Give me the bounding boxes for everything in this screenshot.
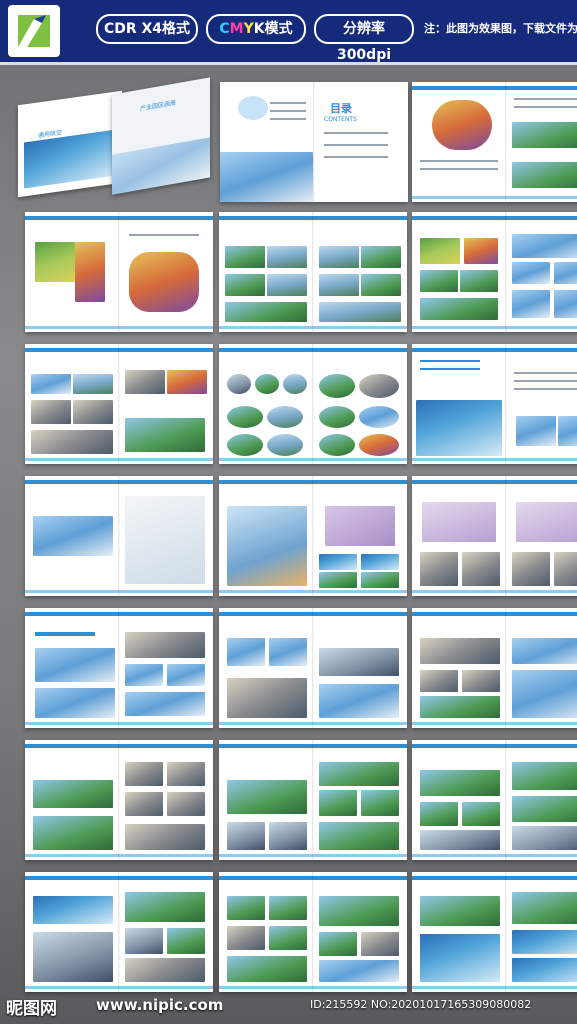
page-spread xyxy=(219,344,407,464)
image-id: ID:215592 NO:20201017165309080082 xyxy=(310,998,532,1011)
site-logo: 昵图网 xyxy=(6,999,57,1019)
page-spread xyxy=(412,872,577,992)
page-spread xyxy=(219,740,407,860)
contents-title: 目录 xyxy=(330,102,352,115)
page-spread xyxy=(25,476,213,596)
page-spread xyxy=(412,344,577,464)
page-spread xyxy=(219,608,407,728)
contents-subtitle: CONTENTS xyxy=(324,116,357,123)
contents-spread: 目录 CONTENTS xyxy=(220,82,408,202)
page-spread xyxy=(412,740,577,860)
page-spread xyxy=(219,872,407,992)
page-spread xyxy=(25,212,213,332)
page-spread xyxy=(25,872,213,992)
format-badge: CDR X4格式 xyxy=(96,14,198,44)
preview-note: 注：此图为效果图，下载文件为源文件 xyxy=(424,22,577,35)
page-spread xyxy=(412,82,577,202)
page-spread xyxy=(25,344,213,464)
cover-subtitle: 产业园区画册 xyxy=(140,99,177,113)
page-spread xyxy=(412,476,577,596)
brochure-cover-back: 产业园区画册 xyxy=(112,77,210,195)
site-url: www.nipic.com xyxy=(96,996,224,1014)
software-logo-icon xyxy=(8,5,60,57)
page-spread xyxy=(412,212,577,332)
page-spread xyxy=(219,476,407,596)
page-spread xyxy=(219,212,407,332)
color-mode-badge: CMYK模式 xyxy=(206,14,306,44)
header-bar: CDR X4格式 CMYK模式 分辨率300dpi 注：此图为效果图，下载文件为… xyxy=(0,0,577,65)
page-spread xyxy=(412,608,577,728)
page-spread xyxy=(25,608,213,728)
resolution-badge: 分辨率300dpi xyxy=(314,14,414,63)
page-spread xyxy=(25,740,213,860)
brochure-cover-front: 通用航空 xyxy=(18,90,122,198)
